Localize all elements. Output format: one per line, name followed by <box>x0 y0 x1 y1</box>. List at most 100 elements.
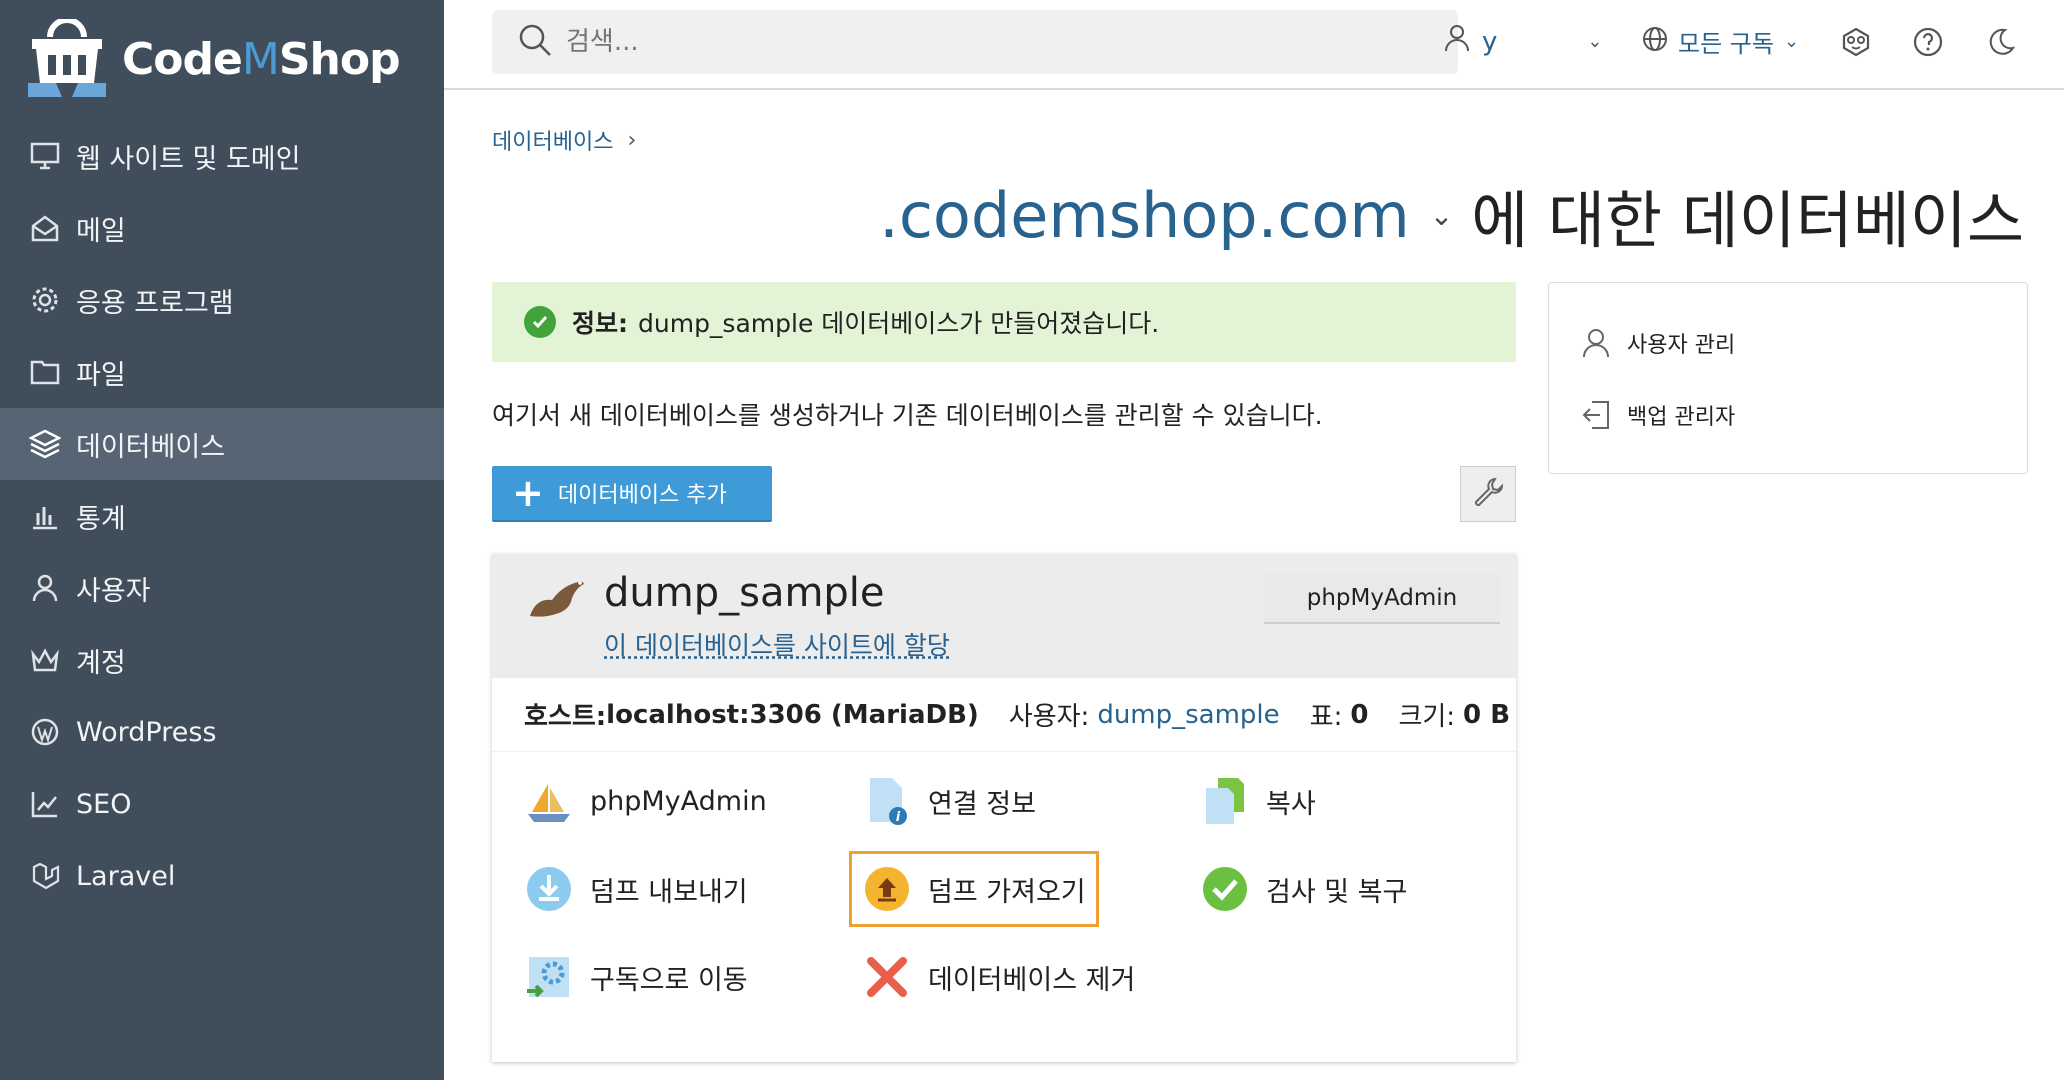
sidebar-item-seo[interactable]: SEO <box>0 768 444 840</box>
phpmyadmin-button[interactable]: phpMyAdmin <box>1264 574 1500 624</box>
search-input[interactable] <box>566 27 1366 57</box>
page-description: 여기서 새 데이터베이스를 생성하거나 기존 데이터베이스를 관리할 수 있습니… <box>492 401 1323 430</box>
wrench-icon <box>1471 475 1505 513</box>
globe-icon <box>1642 26 1668 58</box>
check-circle-icon <box>1200 864 1250 914</box>
user-icon <box>1581 328 1611 358</box>
action-export-dump[interactable]: 덤프 내보내기 <box>524 864 748 914</box>
assign-to-site-link[interactable]: 이 데이터베이스를 사이트에 할당 <box>604 626 950 662</box>
monitor-icon <box>28 139 62 173</box>
db-user-link[interactable]: dump_sample <box>1097 700 1279 730</box>
tables-label: 표: <box>1309 702 1343 732</box>
action-label: phpMyAdmin <box>590 785 767 817</box>
user-name: y <box>1482 26 1498 57</box>
topbar: y ⌄ 모든 구독 ⌄ <box>444 0 2064 90</box>
document-info-icon: i <box>862 776 912 826</box>
crown-icon <box>28 643 62 677</box>
action-label: 복사 <box>1266 788 1316 820</box>
sidebar-item-label: 웹 사이트 및 도메인 <box>76 143 301 175</box>
size-label: 크기: <box>1398 702 1456 732</box>
sidebar-item-mail[interactable]: 메일 <box>0 192 444 264</box>
action-remove-database[interactable]: 데이터베이스 제거 <box>862 952 1135 1002</box>
laravel-icon <box>28 859 62 893</box>
user-label: 사용자: <box>1008 702 1090 732</box>
sidebar-item-label: 사용자 <box>76 575 151 607</box>
action-check-repair[interactable]: 검사 및 복구 <box>1200 864 1407 914</box>
action-move-subscription[interactable]: 구독으로 이동 <box>524 952 748 1002</box>
user-management-link[interactable]: 사용자 관리 <box>1581 327 1735 359</box>
sidebar-item-label: 계정 <box>76 647 126 679</box>
shop-bag-icon <box>28 19 106 97</box>
help-icon[interactable] <box>1908 22 1948 62</box>
search-icon <box>518 23 552 61</box>
info-text: dump_sample 데이터베이스가 만들어졌습니다. <box>638 309 1160 338</box>
sidebar-item-applications[interactable]: 응용 프로그램 <box>0 264 444 336</box>
chevron-right-icon: › <box>627 127 637 153</box>
action-label: 검사 및 복구 <box>1266 876 1408 908</box>
breadcrumb-databases-link[interactable]: 데이터베이스 <box>492 124 613 156</box>
add-database-button[interactable]: + 데이터베이스 추가 <box>492 466 772 522</box>
sidebar-item-label: 응용 프로그램 <box>76 287 234 319</box>
action-copy[interactable]: 복사 <box>1200 776 1316 826</box>
page-title-suffix: 에 대한 데이터베이스 <box>1471 184 2024 257</box>
settings-tool-button[interactable] <box>1460 466 1516 522</box>
database-info-row: 호스트: localhost:3306 (MariaDB) 사용자: dump_… <box>492 678 1516 752</box>
seo-chart-icon <box>28 787 62 821</box>
sidebar-item-laravel[interactable]: Laravel <box>0 840 444 912</box>
action-label: 연결 정보 <box>928 788 1036 820</box>
domain-selector[interactable]: .codemshop.com <box>879 179 1410 252</box>
copy-icon <box>1200 776 1250 826</box>
backup-manager-link[interactable]: 백업 관리자 <box>1581 399 1735 431</box>
breadcrumb: 데이터베이스 › <box>492 124 636 156</box>
sidebar-item-account[interactable]: 계정 <box>0 624 444 696</box>
move-gear-icon <box>524 952 574 1002</box>
subscription-menu[interactable]: 모든 구독 ⌄ <box>1642 24 1799 59</box>
download-icon <box>524 864 574 914</box>
remove-x-icon <box>862 952 912 1002</box>
database-card-header: dump_sample 이 데이터베이스를 사이트에 할당 phpMyAdmin <box>492 554 1516 678</box>
sidebar-item-files[interactable]: 파일 <box>0 336 444 408</box>
backup-icon <box>1581 400 1611 430</box>
page-title: .codemshop.com ⌄ 에 대한 데이터베이스 <box>879 170 2024 260</box>
subscription-label: 모든 구독 <box>1678 30 1774 58</box>
action-import-dump[interactable]: 덤프 가져오기 <box>849 851 1099 927</box>
side-link-label: 사용자 관리 <box>1627 333 1736 358</box>
action-phpmyadmin[interactable]: phpMyAdmin <box>524 776 767 826</box>
sidebar-item-statistics[interactable]: 통계 <box>0 480 444 552</box>
moon-icon[interactable] <box>1980 22 2020 62</box>
action-label: 덤프 가져오기 <box>928 876 1086 908</box>
sidebar-item-users[interactable]: 사용자 <box>0 552 444 624</box>
size-value: 0 B <box>1463 699 1511 730</box>
sidebar-item-label: 메일 <box>76 215 126 247</box>
database-actions: phpMyAdmin i 연결 정보 복사 덤프 내보내기 덤프 가져오기 검사… <box>492 752 1516 1052</box>
database-card: dump_sample 이 데이터베이스를 사이트에 할당 phpMyAdmin… <box>492 554 1516 1062</box>
action-connection-info[interactable]: i 연결 정보 <box>862 776 1036 826</box>
logo[interactable]: CodeMShop <box>28 14 401 104</box>
user-menu[interactable]: y ⌄ <box>1444 24 1602 59</box>
bar-chart-icon <box>28 499 62 533</box>
sidebar-item-label: WordPress <box>76 716 217 748</box>
sidebar-item-wordpress[interactable]: WordPress <box>0 696 444 768</box>
action-label: 구독으로 이동 <box>590 964 748 996</box>
action-label: 덤프 내보내기 <box>590 876 748 908</box>
sidebar-item-label: 파일 <box>76 359 126 391</box>
user-icon <box>1444 24 1470 59</box>
plus-icon: + <box>512 471 544 515</box>
search-box[interactable] <box>492 10 1458 74</box>
chevron-down-icon: ⌄ <box>1587 31 1603 52</box>
svg-text:i: i <box>896 810 901 825</box>
sidebar: CodeMShop 웹 사이트 및 도메인 메일 응용 프로그램 파일 데이터베… <box>0 0 444 1080</box>
extensions-icon[interactable] <box>1836 22 1876 62</box>
tables-value: 0 <box>1350 699 1369 730</box>
host-label: 호스트: <box>524 702 607 732</box>
chevron-down-icon[interactable]: ⌄ <box>1430 199 1453 232</box>
gear-icon <box>28 283 62 317</box>
sidebar-item-websites[interactable]: 웹 사이트 및 도메인 <box>0 120 444 192</box>
sidebar-item-databases[interactable]: 데이터베이스 <box>0 408 444 480</box>
wordpress-icon <box>28 715 62 749</box>
check-circle-icon <box>524 306 556 338</box>
logo-text: CodeMShop <box>122 33 401 85</box>
chevron-down-icon: ⌄ <box>1783 31 1800 52</box>
database-name: dump_sample <box>604 570 885 616</box>
folder-icon <box>28 355 62 389</box>
